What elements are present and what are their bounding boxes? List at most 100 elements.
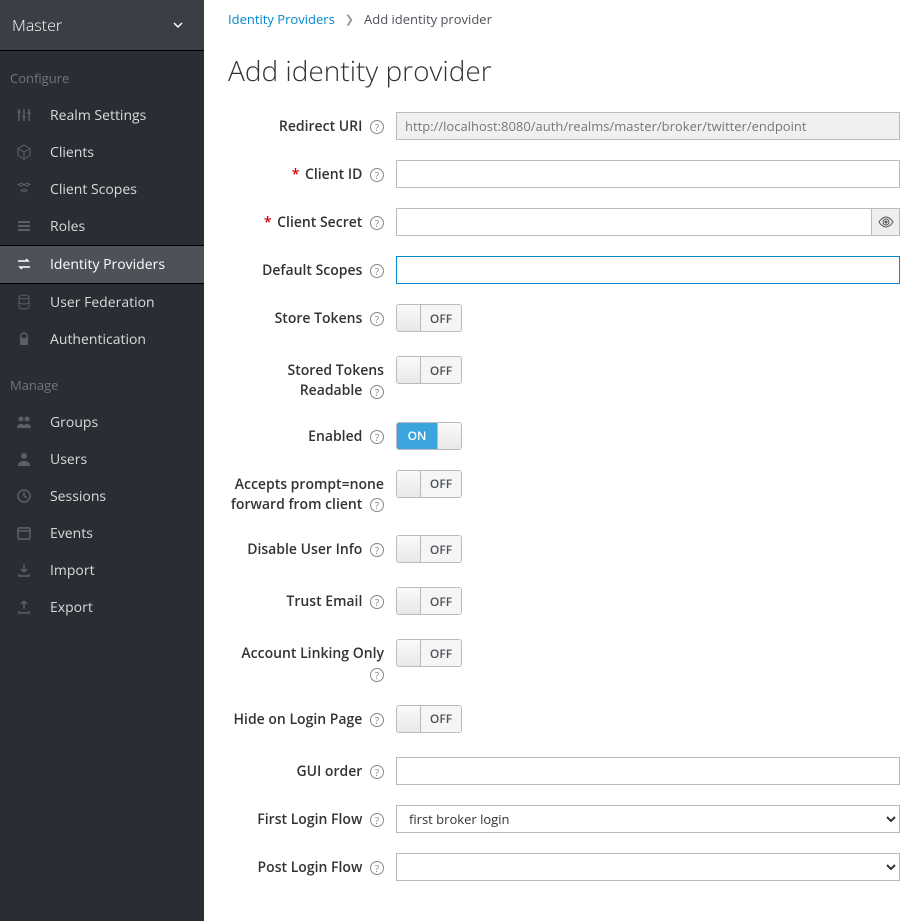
first-login-flow-label: First Login Flow ? <box>228 805 396 830</box>
calendar-icon <box>16 525 34 543</box>
exchange-icon <box>16 256 34 274</box>
sidebar-item-identity-providers[interactable]: Identity Providers <box>0 245 204 284</box>
realm-selector[interactable]: Master <box>0 0 204 51</box>
lock-icon <box>16 331 34 349</box>
help-icon[interactable]: ? <box>370 498 384 512</box>
toggle-off-label: OFF <box>430 475 452 492</box>
reveal-secret-button[interactable] <box>872 208 900 236</box>
import-icon <box>16 562 34 580</box>
help-icon[interactable]: ? <box>370 543 384 557</box>
sidebar-item-client-scopes[interactable]: Client Scopes <box>0 171 204 208</box>
sidebar-item-export[interactable]: Export <box>0 589 204 626</box>
breadcrumb-current: Add identity provider <box>364 10 492 28</box>
sidebar-item-realm-settings[interactable]: Realm Settings <box>0 97 204 134</box>
enabled-label: Enabled ? <box>228 422 396 447</box>
sidebar-item-groups[interactable]: Groups <box>0 404 204 441</box>
hide-on-login-page-label: Hide on Login Page ? <box>228 705 396 730</box>
help-icon[interactable]: ? <box>370 813 384 827</box>
help-icon[interactable]: ? <box>370 861 384 875</box>
sidebar-item-label: User Federation <box>50 293 155 312</box>
user-icon <box>16 451 34 469</box>
sidebar-item-authentication[interactable]: Authentication <box>0 321 204 358</box>
default-scopes-input[interactable] <box>396 256 900 284</box>
nav-configure: Realm Settings Clients Client ScopesRoles I… <box>0 97 204 358</box>
accepts-prompt-none-toggle[interactable]: ONOFF <box>396 470 900 502</box>
gui-order-label: GUI order ? <box>228 757 396 782</box>
sidebar: Master Configure Realm Settings Clients Cl… <box>0 0 204 921</box>
disable-user-info-label: Disable User Info ? <box>228 535 396 560</box>
toggle-off-label: OFF <box>430 541 452 558</box>
redirect-uri-label: Redirect URI ? <box>228 112 396 137</box>
chevron-right-icon: ❯ <box>345 12 354 27</box>
chevron-down-icon <box>172 19 184 31</box>
help-icon[interactable]: ? <box>370 668 384 682</box>
sidebar-item-roles[interactable]: Roles <box>0 208 204 245</box>
sidebar-item-label: Groups <box>50 413 98 432</box>
hide-on-login-page-toggle[interactable]: ONOFF <box>396 705 900 737</box>
trust-email-toggle[interactable]: ONOFF <box>396 587 900 619</box>
help-icon[interactable]: ? <box>370 312 384 326</box>
help-icon[interactable]: ? <box>370 595 384 609</box>
post-login-flow-select[interactable] <box>396 853 900 881</box>
sidebar-item-label: Users <box>50 450 87 469</box>
sidebar-item-users[interactable]: Users <box>0 441 204 478</box>
export-icon <box>16 599 34 617</box>
default-scopes-label: Default Scopes ? <box>228 256 396 281</box>
identity-provider-form: Redirect URI ? * Client ID ? * Client Se… <box>228 112 900 881</box>
account-linking-only-label: Account Linking Only ? <box>228 639 396 685</box>
help-icon[interactable]: ? <box>370 765 384 779</box>
toggle-on-label: ON <box>408 427 427 444</box>
help-icon[interactable]: ? <box>370 264 384 278</box>
stored-tokens-readable-toggle[interactable]: ONOFF <box>396 356 900 388</box>
enabled-toggle[interactable]: ONOFF <box>396 422 900 450</box>
sidebar-item-label: Identity Providers <box>50 255 165 274</box>
nav-manage: Groups Users Sessions Events Import Export <box>0 404 204 626</box>
trust-email-label: Trust Email ? <box>228 587 396 612</box>
disable-user-info-toggle[interactable]: ONOFF <box>396 535 900 567</box>
toggle-off-label: OFF <box>430 310 452 327</box>
first-login-flow-select[interactable]: first broker login <box>396 805 900 833</box>
sidebar-item-label: Events <box>50 524 93 543</box>
help-icon[interactable]: ? <box>370 713 384 727</box>
sidebar-item-label: Sessions <box>50 487 106 506</box>
help-icon[interactable]: ? <box>370 120 384 134</box>
help-icon[interactable]: ? <box>370 216 384 230</box>
help-icon[interactable]: ? <box>370 385 384 399</box>
clock-icon <box>16 488 34 506</box>
sliders-icon <box>16 107 34 125</box>
accepts-prompt-none-label: Accepts prompt=none forward from client … <box>228 470 396 516</box>
store-tokens-toggle[interactable]: ONOFF <box>396 304 900 336</box>
client-secret-input[interactable] <box>396 208 872 236</box>
help-icon[interactable]: ? <box>370 168 384 182</box>
toggle-off-label: OFF <box>430 645 452 662</box>
client-secret-label: * Client Secret ? <box>228 208 396 233</box>
list-icon <box>16 218 34 236</box>
cubes-icon <box>16 181 34 199</box>
sidebar-item-label: Realm Settings <box>50 106 146 125</box>
sidebar-item-user-federation[interactable]: User Federation <box>0 284 204 321</box>
account-linking-only-toggle[interactable]: ONOFF <box>396 639 900 671</box>
realm-name: Master <box>12 14 62 36</box>
sidebar-item-import[interactable]: Import <box>0 552 204 589</box>
eye-icon <box>878 216 894 228</box>
sidebar-section-configure: Configure <box>0 51 204 97</box>
sidebar-item-label: Clients <box>50 143 94 162</box>
sidebar-item-clients[interactable]: Clients <box>0 134 204 171</box>
sidebar-section-manage: Manage <box>0 358 204 404</box>
redirect-uri-input[interactable] <box>396 112 900 140</box>
store-tokens-label: Store Tokens ? <box>228 304 396 329</box>
sidebar-item-label: Export <box>50 598 93 617</box>
toggle-off-label: OFF <box>430 362 452 379</box>
sidebar-item-events[interactable]: Events <box>0 515 204 552</box>
client-id-label: * Client ID ? <box>228 160 396 185</box>
sidebar-item-label: Import <box>50 561 95 580</box>
gui-order-input[interactable] <box>396 757 900 785</box>
help-icon[interactable]: ? <box>370 430 384 444</box>
toggle-off-label: OFF <box>430 593 452 610</box>
sidebar-item-sessions[interactable]: Sessions <box>0 478 204 515</box>
breadcrumb: Identity Providers ❯ Add identity provid… <box>228 10 900 28</box>
main-content: Identity Providers ❯ Add identity provid… <box>204 0 918 921</box>
toggle-off-label: OFF <box>430 710 452 727</box>
breadcrumb-root-link[interactable]: Identity Providers <box>228 10 335 28</box>
client-id-input[interactable] <box>396 160 900 188</box>
